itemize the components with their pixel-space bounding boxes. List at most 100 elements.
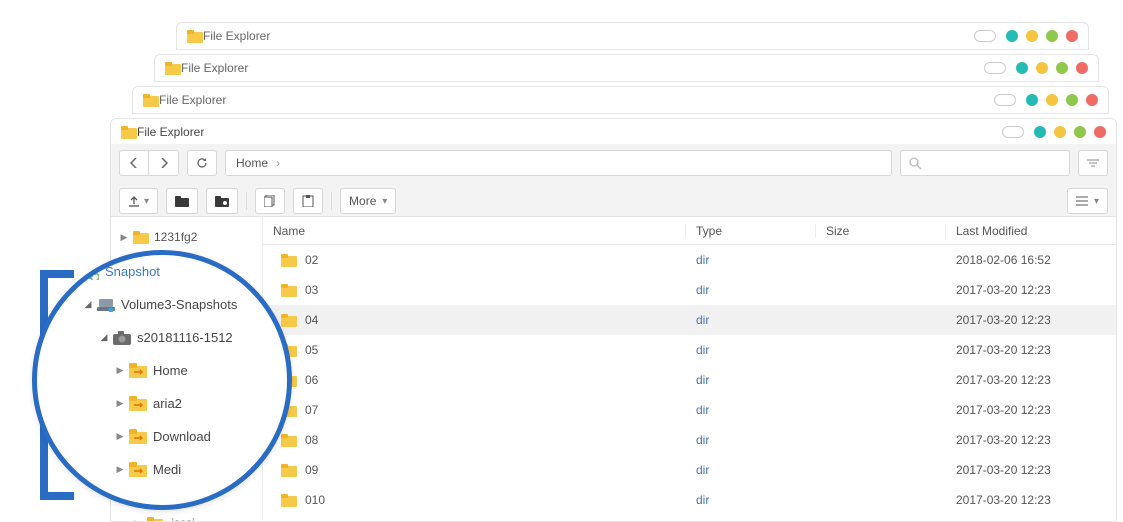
tree-item-snapshot-date[interactable]: ◢ s20181116-1512 — [37, 321, 292, 354]
upload-button[interactable]: ▾ — [119, 188, 158, 214]
tree-label: Medi — [153, 462, 181, 477]
folder-dark-icon — [175, 196, 189, 207]
window-titlebar-1: File Explorer — [110, 118, 1117, 146]
folder-link-icon — [215, 196, 229, 207]
table-body: 02dir2018-02-06 16:5203dir2017-03-20 12:… — [263, 245, 1116, 521]
col-header-size[interactable]: Size — [816, 224, 946, 238]
minimize-dot[interactable] — [1016, 62, 1028, 74]
table-header: Name Type Size Last Modified — [263, 217, 1116, 245]
tree-item-media[interactable]: ▶ Medi — [37, 453, 292, 486]
row-name: 03 — [305, 283, 318, 297]
window-controls — [994, 94, 1098, 106]
table-row[interactable]: 06dir2017-03-20 12:23 — [263, 365, 1116, 395]
search-input[interactable] — [900, 150, 1070, 176]
row-name: 09 — [305, 463, 318, 477]
camera-icon — [113, 331, 131, 345]
collapse-icon[interactable]: ◢ — [67, 266, 77, 277]
table-row[interactable]: 05dir2017-03-20 12:23 — [263, 335, 1116, 365]
tree-item-aria2[interactable]: ▶ aria2 — [37, 387, 292, 420]
maximize-dot[interactable] — [1056, 62, 1068, 74]
collapse-icon[interactable]: ◢ — [83, 299, 93, 310]
expand-icon[interactable]: ▶ — [115, 464, 125, 475]
row-modified: 2017-03-20 12:23 — [946, 313, 1116, 327]
minimize-dot[interactable] — [1026, 94, 1038, 106]
folder-icon — [281, 494, 297, 507]
table-row[interactable]: 08dir2017-03-20 12:23 — [263, 425, 1116, 455]
new-folder-button[interactable] — [166, 188, 198, 214]
expand-icon[interactable]: ▶ — [119, 232, 129, 243]
window-titlebar-2: File Explorer — [132, 86, 1109, 114]
row-name: 04 — [305, 313, 318, 327]
breadcrumb[interactable]: Home › — [225, 150, 892, 176]
toggle-icon[interactable] — [974, 30, 996, 42]
row-type: dir — [686, 313, 816, 327]
expand-icon[interactable]: ▶ — [115, 431, 125, 442]
close-dot[interactable] — [1094, 126, 1106, 138]
col-header-modified[interactable]: Last Modified — [946, 224, 1116, 238]
row-modified: 2017-03-20 12:23 — [946, 433, 1116, 447]
copy-button[interactable] — [255, 188, 285, 214]
expand-icon[interactable]: ▶ — [115, 365, 125, 376]
window-title: File Explorer — [203, 29, 974, 43]
restore-dot[interactable] — [1026, 30, 1038, 42]
close-dot[interactable] — [1086, 94, 1098, 106]
close-dot[interactable] — [1066, 30, 1078, 42]
folder-icon — [143, 93, 159, 107]
maximize-dot[interactable] — [1066, 94, 1078, 106]
link-folder-button[interactable] — [206, 188, 238, 214]
tree-label: s20181116-1512 — [137, 330, 233, 345]
nav-group — [119, 150, 179, 176]
row-modified: 2018-02-06 16:52 — [946, 253, 1116, 267]
tree-label: Home — [153, 363, 188, 378]
row-modified: 2017-03-20 12:23 — [946, 463, 1116, 477]
tree-item-snapshot[interactable]: ◢ Snapshot — [37, 255, 292, 288]
snapshot-db-icon — [81, 264, 99, 280]
window-controls — [1002, 126, 1106, 138]
toggle-icon[interactable] — [1002, 126, 1024, 138]
window-titlebar-4: File Explorer — [176, 22, 1089, 50]
maximize-dot[interactable] — [1046, 30, 1058, 42]
toggle-icon[interactable] — [994, 94, 1016, 106]
tree-item-home[interactable]: ▶ Home — [37, 354, 292, 387]
minimize-dot[interactable] — [1006, 30, 1018, 42]
refresh-button[interactable] — [187, 150, 217, 176]
filter-button[interactable] — [1078, 150, 1108, 176]
table-row[interactable]: 07dir2017-03-20 12:23 — [263, 395, 1116, 425]
table-row[interactable]: 011dir2017-03-20 12:24 — [263, 515, 1116, 521]
expand-icon[interactable]: ▶ — [115, 398, 125, 409]
col-header-type[interactable]: Type — [686, 224, 816, 238]
tree-item-1231fg2[interactable]: ▶ 1231fg2 — [111, 223, 262, 251]
table-row[interactable]: 010dir2017-03-20 12:23 — [263, 485, 1116, 515]
paste-button[interactable] — [293, 188, 323, 214]
folder-arrow-icon — [129, 429, 147, 444]
col-header-name[interactable]: Name — [263, 224, 686, 238]
row-type: dir — [686, 253, 816, 267]
minimize-dot[interactable] — [1034, 126, 1046, 138]
table-row[interactable]: 03dir2017-03-20 12:23 — [263, 275, 1116, 305]
toggle-icon[interactable] — [984, 62, 1006, 74]
breadcrumb-root: Home — [236, 156, 268, 170]
tree-item-iscsi-2[interactable]: ▶ .iscsi — [111, 509, 262, 521]
row-type: dir — [686, 463, 816, 477]
toolbar-nav-row: Home › — [111, 144, 1116, 182]
more-button[interactable]: More▾ — [340, 188, 396, 214]
maximize-dot[interactable] — [1074, 126, 1086, 138]
view-mode-button[interactable]: ▾ — [1067, 188, 1108, 214]
row-modified: 2017-03-20 12:23 — [946, 283, 1116, 297]
restore-dot[interactable] — [1046, 94, 1058, 106]
close-dot[interactable] — [1076, 62, 1088, 74]
table-row[interactable]: 02dir2018-02-06 16:52 — [263, 245, 1116, 275]
expand-icon[interactable]: ▶ — [133, 518, 143, 522]
forward-button[interactable] — [149, 150, 179, 176]
restore-dot[interactable] — [1054, 126, 1066, 138]
table-row[interactable]: 04 dir 2017-03-20 12:23 — [263, 305, 1116, 335]
back-button[interactable] — [119, 150, 149, 176]
table-row[interactable]: 09 dir 2017-03-20 12:23 — [263, 455, 1116, 485]
separator — [331, 192, 332, 210]
tree-item-volume3[interactable]: ◢ Volume3-Snapshots — [37, 288, 292, 321]
tree-item-download[interactable]: ▶ Download — [37, 420, 292, 453]
collapse-icon[interactable]: ◢ — [99, 332, 109, 343]
restore-dot[interactable] — [1036, 62, 1048, 74]
refresh-icon — [196, 157, 208, 169]
filter-icon — [1087, 158, 1099, 168]
